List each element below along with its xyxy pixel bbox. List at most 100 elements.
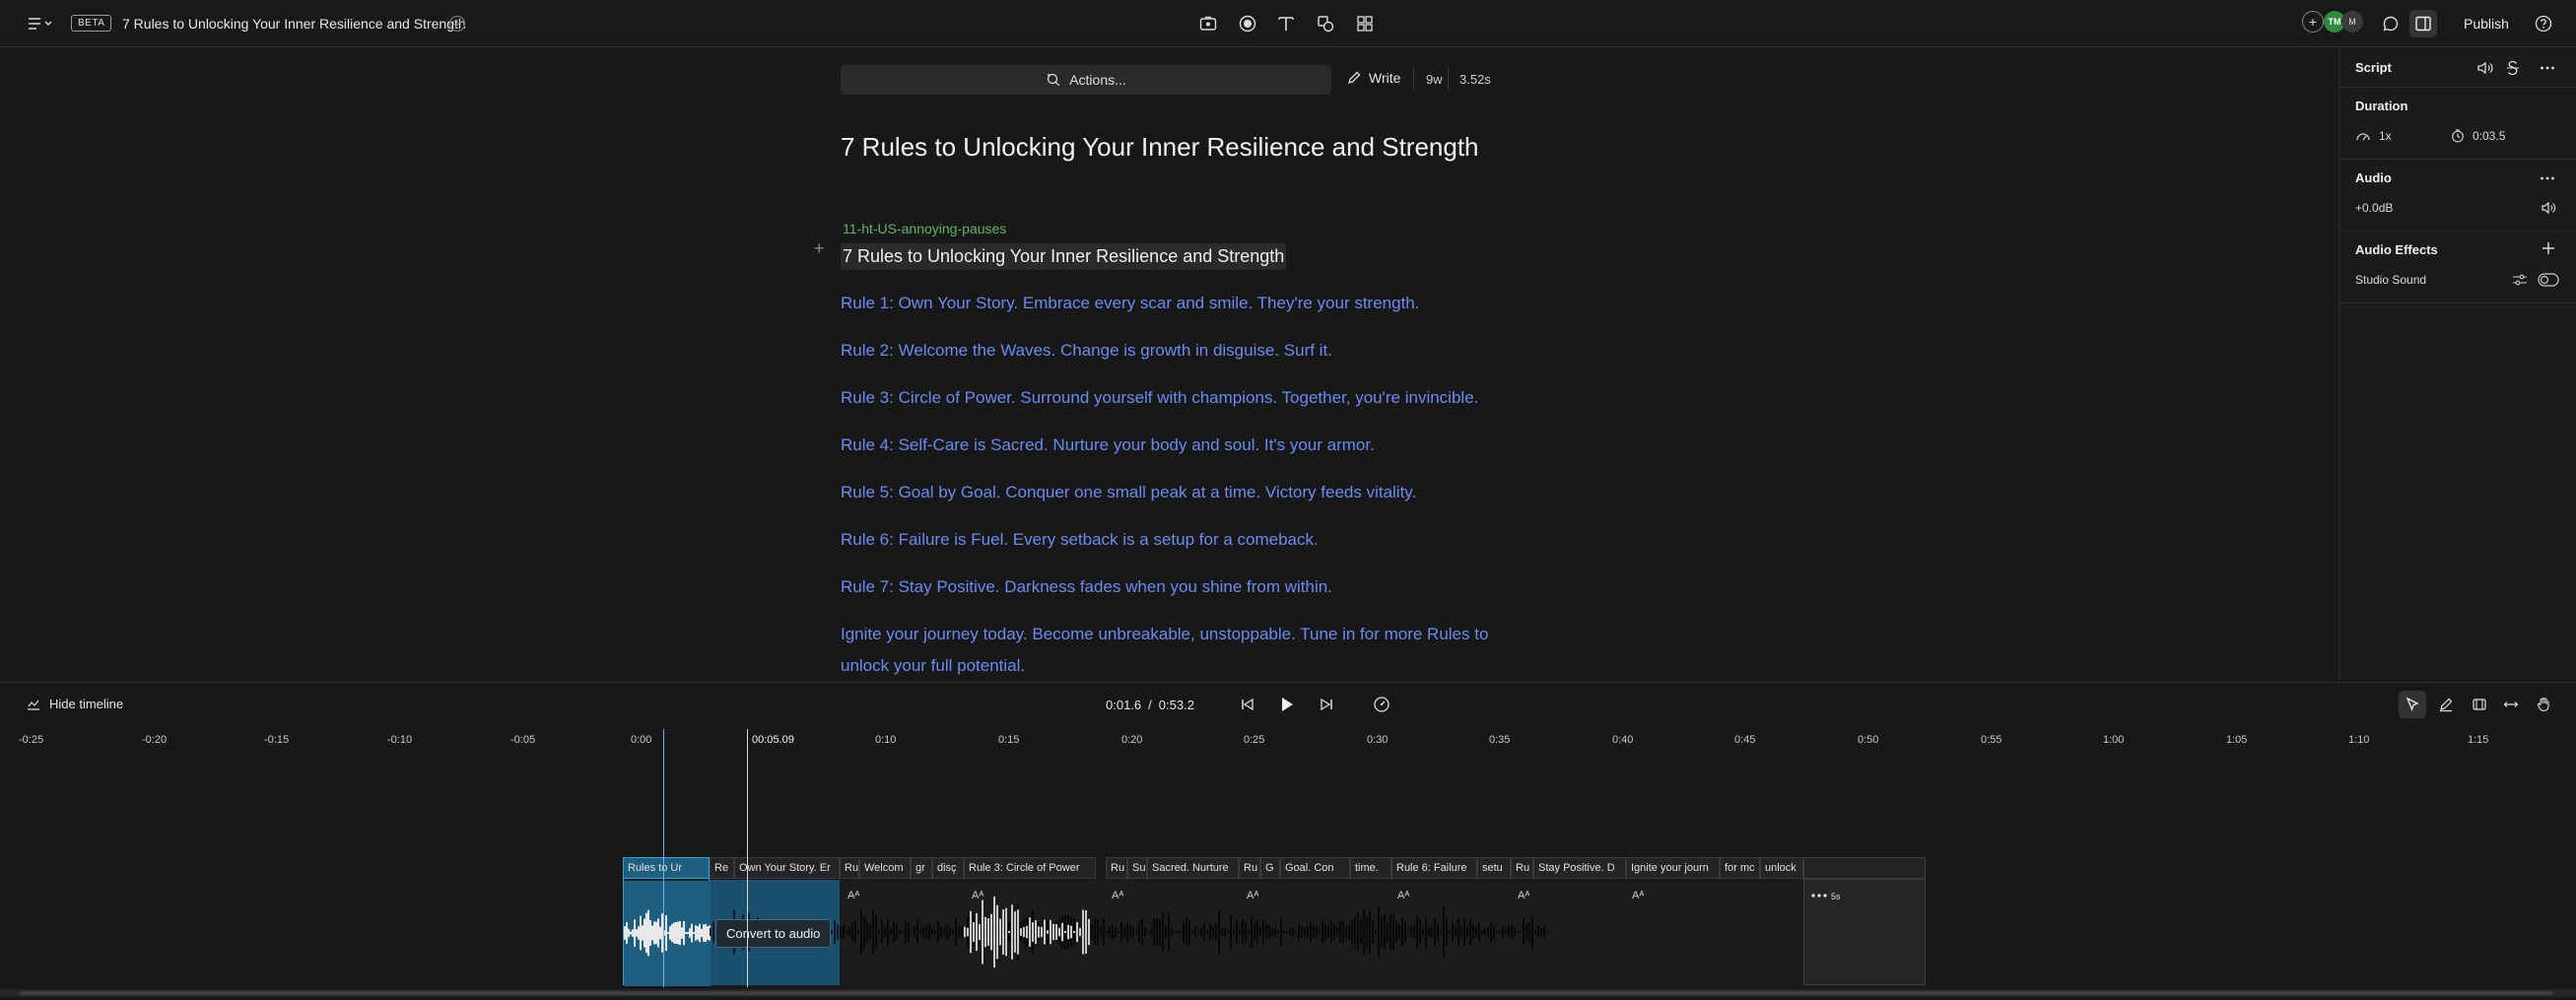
add-block-handle[interactable]: + xyxy=(814,238,825,259)
volume-icon[interactable] xyxy=(2541,200,2556,216)
script-line-rule-2[interactable]: Rule 2: Welcome the Waves. Change is gro… xyxy=(841,341,1332,361)
timeline-end-region[interactable]: 5s xyxy=(1803,879,1926,985)
timeline-clip[interactable]: Ru xyxy=(1511,857,1533,879)
timeline-clip[interactable]: Own Your Story. Er xyxy=(734,857,840,879)
timeline-clip[interactable]: gr xyxy=(911,857,932,879)
app-menu-button[interactable] xyxy=(20,10,59,37)
timeline-clip[interactable]: Re xyxy=(710,857,734,879)
more-options-icon[interactable] xyxy=(2539,169,2556,187)
pan-tool-button[interactable] xyxy=(2530,691,2557,718)
draw-tool-button[interactable] xyxy=(2432,691,2460,718)
timeline-icon xyxy=(26,698,41,711)
timeline-clip[interactable]: Ru xyxy=(1106,857,1127,879)
script-section-title: Script xyxy=(2355,60,2392,75)
voice-marker-icon[interactable]: Aᴬ xyxy=(1397,890,1409,901)
script-line-closing-1[interactable]: Ignite your journey today. Become unbrea… xyxy=(841,625,1488,644)
timeline-clip[interactable]: Rule 3: Circle of Power xyxy=(964,857,1096,879)
voice-marker-icon[interactable]: Aᴬ xyxy=(972,890,983,901)
strikethrough-s-icon[interactable] xyxy=(2505,59,2521,77)
timeline-clip[interactable]: Stay Positive. D xyxy=(1533,857,1626,879)
record-button[interactable] xyxy=(1234,10,1261,37)
play-icon[interactable] xyxy=(1279,696,1295,713)
voice-marker-icon[interactable]: Aᴬ xyxy=(847,890,859,901)
beta-badge: BETA xyxy=(71,15,112,32)
record-screen-button[interactable] xyxy=(1194,10,1222,37)
timeline-clip[interactable]: G xyxy=(1260,857,1280,879)
timeline-clip[interactable]: setu xyxy=(1477,857,1511,879)
script-line-rule-5[interactable]: Rule 5: Goal by Goal. Conquer one small … xyxy=(841,483,1416,502)
layouts-button[interactable] xyxy=(1351,10,1379,37)
toggle-sidebar-button[interactable] xyxy=(2409,10,2437,37)
ruler-tick: 0:20 xyxy=(1121,734,1143,746)
timeline-clip[interactable]: Ignite your journ xyxy=(1626,857,1720,879)
script-line-rule-1[interactable]: Rule 1: Own Your Story. Embrace every sc… xyxy=(841,294,1420,313)
timeline-clip-empty[interactable] xyxy=(1803,857,1926,879)
speaker-volume-icon[interactable] xyxy=(2476,59,2494,77)
timeline-clip[interactable]: disç xyxy=(932,857,964,879)
actions-button[interactable]: Actions... xyxy=(841,65,1331,95)
select-tool-button[interactable] xyxy=(2399,691,2426,718)
clip-tool-button[interactable] xyxy=(2466,691,2493,718)
project-title[interactable]: 7 Rules to Unlocking Your Inner Resilien… xyxy=(122,16,466,32)
audio-effects-section: Audio Effects Studio Sound xyxy=(2339,232,2576,303)
voice-marker-icon[interactable]: Aᴬ xyxy=(1112,890,1123,901)
timeline-ruler[interactable]: -0:25 -0:20 -0:15 -0:10 -0:05 0:00 0:10 … xyxy=(0,725,2576,749)
comments-button[interactable] xyxy=(2377,10,2405,37)
selected-clip[interactable] xyxy=(623,857,711,986)
playback-speed-icon[interactable] xyxy=(1373,696,1390,713)
text-tool-button[interactable] xyxy=(1272,10,1300,37)
gain-value[interactable]: +0.0dB xyxy=(2355,201,2393,215)
document-title[interactable]: 7 Rules to Unlocking Your Inner Resilien… xyxy=(841,132,1479,163)
gap-duration-label: 5s xyxy=(1831,892,1841,901)
timeline-clip[interactable]: time. xyxy=(1350,857,1391,879)
voice-marker-icon[interactable]: Aᴬ xyxy=(1632,890,1644,901)
more-options-icon[interactable] xyxy=(2539,59,2556,77)
timeline-scroll-thumb[interactable] xyxy=(20,991,2552,995)
speed-value[interactable]: 1x xyxy=(2379,129,2392,143)
voice-marker-icon[interactable]: Aᴬ xyxy=(1247,890,1258,901)
convert-to-audio-button[interactable]: Convert to audio xyxy=(715,919,832,948)
timeline-clip[interactable]: Sacred. Nurture xyxy=(1147,857,1239,879)
write-button[interactable]: Write xyxy=(1346,70,1400,86)
duration-value[interactable]: 0:03.5 xyxy=(2473,129,2505,143)
divider xyxy=(1448,67,1449,89)
timeline-clip[interactable]: Welcom xyxy=(859,857,911,879)
voice-marker-icon[interactable]: Aᴬ xyxy=(1518,890,1529,901)
timeline-clip[interactable]: unlock xyxy=(1760,857,1803,879)
timeline-clip[interactable]: Ru xyxy=(840,857,859,879)
expand-horizontal-icon xyxy=(2503,697,2519,712)
help-button[interactable] xyxy=(2530,10,2557,37)
script-line-closing-2[interactable]: unlock your full potential. xyxy=(841,656,1025,676)
avatar-initials: TM xyxy=(2328,17,2341,27)
sliders-icon[interactable] xyxy=(2512,272,2528,288)
invite-button[interactable]: + xyxy=(2302,11,2324,33)
total-time: 0:53.2 xyxy=(1158,698,1194,712)
playhead[interactable] xyxy=(747,729,748,987)
pen-icon xyxy=(2438,697,2454,712)
script-line-rule-7[interactable]: Rule 7: Stay Positive. Darkness fades wh… xyxy=(841,577,1332,597)
fit-timeline-button[interactable] xyxy=(2497,691,2525,718)
ruler-tick: 0:15 xyxy=(998,734,1020,746)
timeline-clip[interactable]: Su xyxy=(1127,857,1147,879)
speaker-label[interactable]: 11-ht-US-annoying-pauses xyxy=(843,221,1006,236)
skip-forward-icon[interactable] xyxy=(1319,697,1334,712)
timeline-clip[interactable]: for mc xyxy=(1720,857,1760,879)
ruler-tick: 0:10 xyxy=(875,734,897,746)
publish-button[interactable]: Publish xyxy=(2464,16,2509,32)
script-line-rule-3[interactable]: Rule 3: Circle of Power. Surround yourse… xyxy=(841,388,1478,408)
avatar[interactable]: M xyxy=(2341,11,2363,33)
skip-back-icon[interactable] xyxy=(1240,697,1255,712)
timeline-clip[interactable]: Rule 6: Failure xyxy=(1391,857,1477,879)
timeline-clip[interactable]: Ru xyxy=(1239,857,1260,879)
ruler-tick: 0:55 xyxy=(1981,734,2002,746)
more-options-icon[interactable] xyxy=(1810,892,1828,900)
selection-marker-line[interactable] xyxy=(663,729,664,987)
shapes-tool-button[interactable] xyxy=(1312,10,1339,37)
add-effect-icon[interactable] xyxy=(2542,241,2555,255)
timeline-clip[interactable]: Goal. Con xyxy=(1280,857,1350,879)
script-heading-line[interactable]: 7 Rules to Unlocking Your Inner Resilien… xyxy=(841,243,1287,270)
script-line-rule-4[interactable]: Rule 4: Self-Care is Sacred. Nurture you… xyxy=(841,435,1375,455)
studio-sound-toggle[interactable] xyxy=(2538,273,2559,287)
script-line-rule-6[interactable]: Rule 6: Failure is Fuel. Every setback i… xyxy=(841,530,1319,550)
hide-timeline-button[interactable]: Hide timeline xyxy=(26,697,123,711)
